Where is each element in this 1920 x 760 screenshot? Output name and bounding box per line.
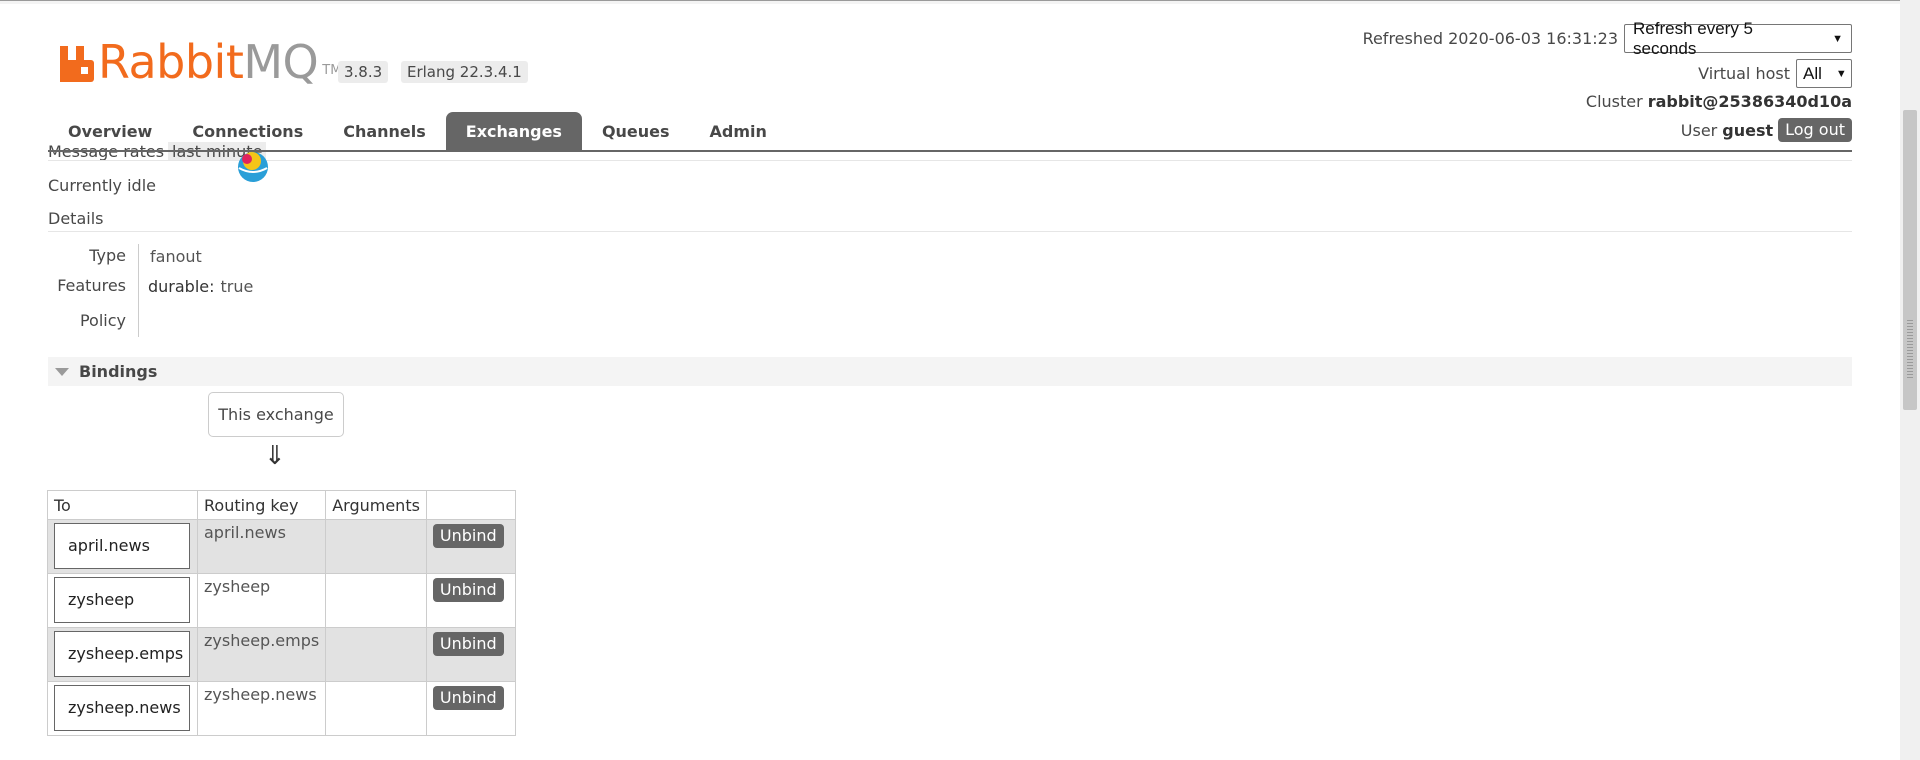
status-idle: Currently idle <box>48 176 156 195</box>
vhost-area: Virtual host All ▼ <box>1698 59 1852 88</box>
logo-mq-text: MQ <box>243 35 319 89</box>
cell-routing-key: april.news <box>196 519 327 574</box>
queue-link[interactable]: april.news <box>54 523 190 569</box>
column-header-routing-key: Routing key <box>196 490 327 520</box>
table-row: zysheep zysheep Unbind <box>47 573 516 628</box>
logo-rabbit-text: Rabbit <box>98 35 244 89</box>
table-header-row: To Routing key Arguments <box>47 490 516 520</box>
unbind-button[interactable]: Unbind <box>432 632 504 656</box>
cell-routing-key: zysheep.news <box>196 681 327 736</box>
tab-channels[interactable]: Channels <box>323 112 446 151</box>
dropdown-arrow-icon: ▼ <box>1832 32 1843 45</box>
bindings-table: To Routing key Arguments april.news apri… <box>47 490 516 736</box>
cell-arguments <box>325 519 427 574</box>
column-header-actions <box>425 490 516 520</box>
bindings-section-header[interactable]: Bindings <box>48 357 1852 386</box>
type-value: fanout <box>150 247 202 266</box>
user-label: User <box>1680 120 1718 140</box>
table-row: zysheep.emps zysheep.emps Unbind <box>47 627 516 682</box>
triangle-down-icon <box>55 367 69 376</box>
lightbulb-icon <box>238 152 268 182</box>
table-row: april.news april.news Unbind <box>47 519 516 574</box>
this-exchange-box: This exchange <box>208 392 344 437</box>
browser-top-edge <box>0 0 1900 4</box>
divider <box>48 160 1852 161</box>
tab-exchanges[interactable]: Exchanges <box>445 112 582 151</box>
cell-routing-key: zysheep <box>196 573 327 628</box>
cell-action: Unbind <box>425 519 516 574</box>
scrollbar-grip-icon <box>1907 320 1913 380</box>
table-row: zysheep.news zysheep.news Unbind <box>47 681 516 736</box>
refresh-interval-value: Refresh every 5 seconds <box>1633 18 1753 58</box>
refresh-interval-select[interactable]: Refresh every 5 seconds ▼ <box>1624 19 1852 58</box>
cluster-info: Cluster rabbit@25386340d10a <box>1586 92 1852 111</box>
rabbitmq-version-badge: 3.8.3 <box>338 61 389 83</box>
page: RabbitMQ TM 3.8.3 Erlang 22.3.4.1 Refres… <box>0 0 1920 760</box>
details-row-policy: Policy <box>48 309 253 339</box>
vhost-select[interactable]: All ▼ <box>1796 59 1852 88</box>
double-down-arrow-icon: ⇓ <box>264 441 286 471</box>
erlang-version-badge: Erlang 22.3.4.1 <box>401 61 528 83</box>
cell-routing-key: zysheep.emps <box>196 627 327 682</box>
features-label: Features <box>57 276 126 295</box>
cell-action: Unbind <box>425 627 516 682</box>
details-table: Type fanout Features durable: true Policy <box>48 244 253 339</box>
routing-key-text: zysheep.emps <box>204 631 320 650</box>
tab-queues[interactable]: Queues <box>582 112 690 151</box>
rabbitmq-logo[interactable]: RabbitMQ TM <box>60 38 341 86</box>
user-name: guest <box>1722 120 1774 140</box>
vhost-label: Virtual host <box>1698 64 1790 83</box>
cell-to: zysheep.news <box>47 681 198 736</box>
bindings-title: Bindings <box>79 362 158 381</box>
routing-key-text: april.news <box>204 523 286 542</box>
cell-arguments <box>325 573 427 628</box>
routing-key-text: zysheep <box>204 577 271 596</box>
cell-action: Unbind <box>425 681 516 736</box>
cell-to: zysheep.emps <box>47 627 198 682</box>
cell-arguments <box>325 681 427 736</box>
refreshed-timestamp: Refreshed 2020-06-03 16:31:23 <box>1362 29 1618 48</box>
feature-key: durable: <box>148 277 215 296</box>
cell-to: april.news <box>47 519 198 574</box>
cluster-label: Cluster <box>1585 92 1643 111</box>
refresh-area: Refreshed 2020-06-03 16:31:23 Refresh ev… <box>1362 19 1852 58</box>
cell-arguments <box>325 627 427 682</box>
cell-action: Unbind <box>425 573 516 628</box>
rabbit-logo-icon <box>60 46 94 82</box>
queue-link[interactable]: zysheep.emps <box>54 631 190 677</box>
feature-value: true <box>220 277 254 296</box>
tab-admin[interactable]: Admin <box>690 112 787 151</box>
details-row-features: Features durable: true <box>48 274 253 304</box>
queue-link[interactable]: zysheep.news <box>54 685 190 731</box>
queue-link[interactable]: zysheep <box>54 577 190 623</box>
dropdown-arrow-icon: ▼ <box>1835 67 1847 80</box>
routing-key-text: zysheep.news <box>204 685 317 704</box>
cluster-name: rabbit@25386340d10a <box>1647 92 1852 111</box>
column-header-arguments: Arguments <box>325 490 427 520</box>
policy-label: Policy <box>79 311 126 330</box>
logo-text: RabbitMQ <box>98 35 319 89</box>
unbind-button[interactable]: Unbind <box>432 524 504 548</box>
unbind-button[interactable]: Unbind <box>432 686 504 710</box>
column-header-to: To <box>47 490 198 520</box>
vhost-value: All <box>1803 63 1822 83</box>
divider <box>48 231 1852 232</box>
vertical-scrollbar[interactable] <box>1900 0 1920 760</box>
type-label: Type <box>89 246 126 265</box>
cell-to: zysheep <box>47 573 198 628</box>
user-info: User guest Log out <box>1681 118 1852 142</box>
details-heading[interactable]: Details <box>48 209 103 228</box>
nav-underline <box>48 150 1852 152</box>
details-row-type: Type fanout <box>48 244 253 274</box>
unbind-button[interactable]: Unbind <box>432 578 504 602</box>
logout-button[interactable]: Log out <box>1778 118 1852 142</box>
features-value: durable: true <box>148 274 254 296</box>
